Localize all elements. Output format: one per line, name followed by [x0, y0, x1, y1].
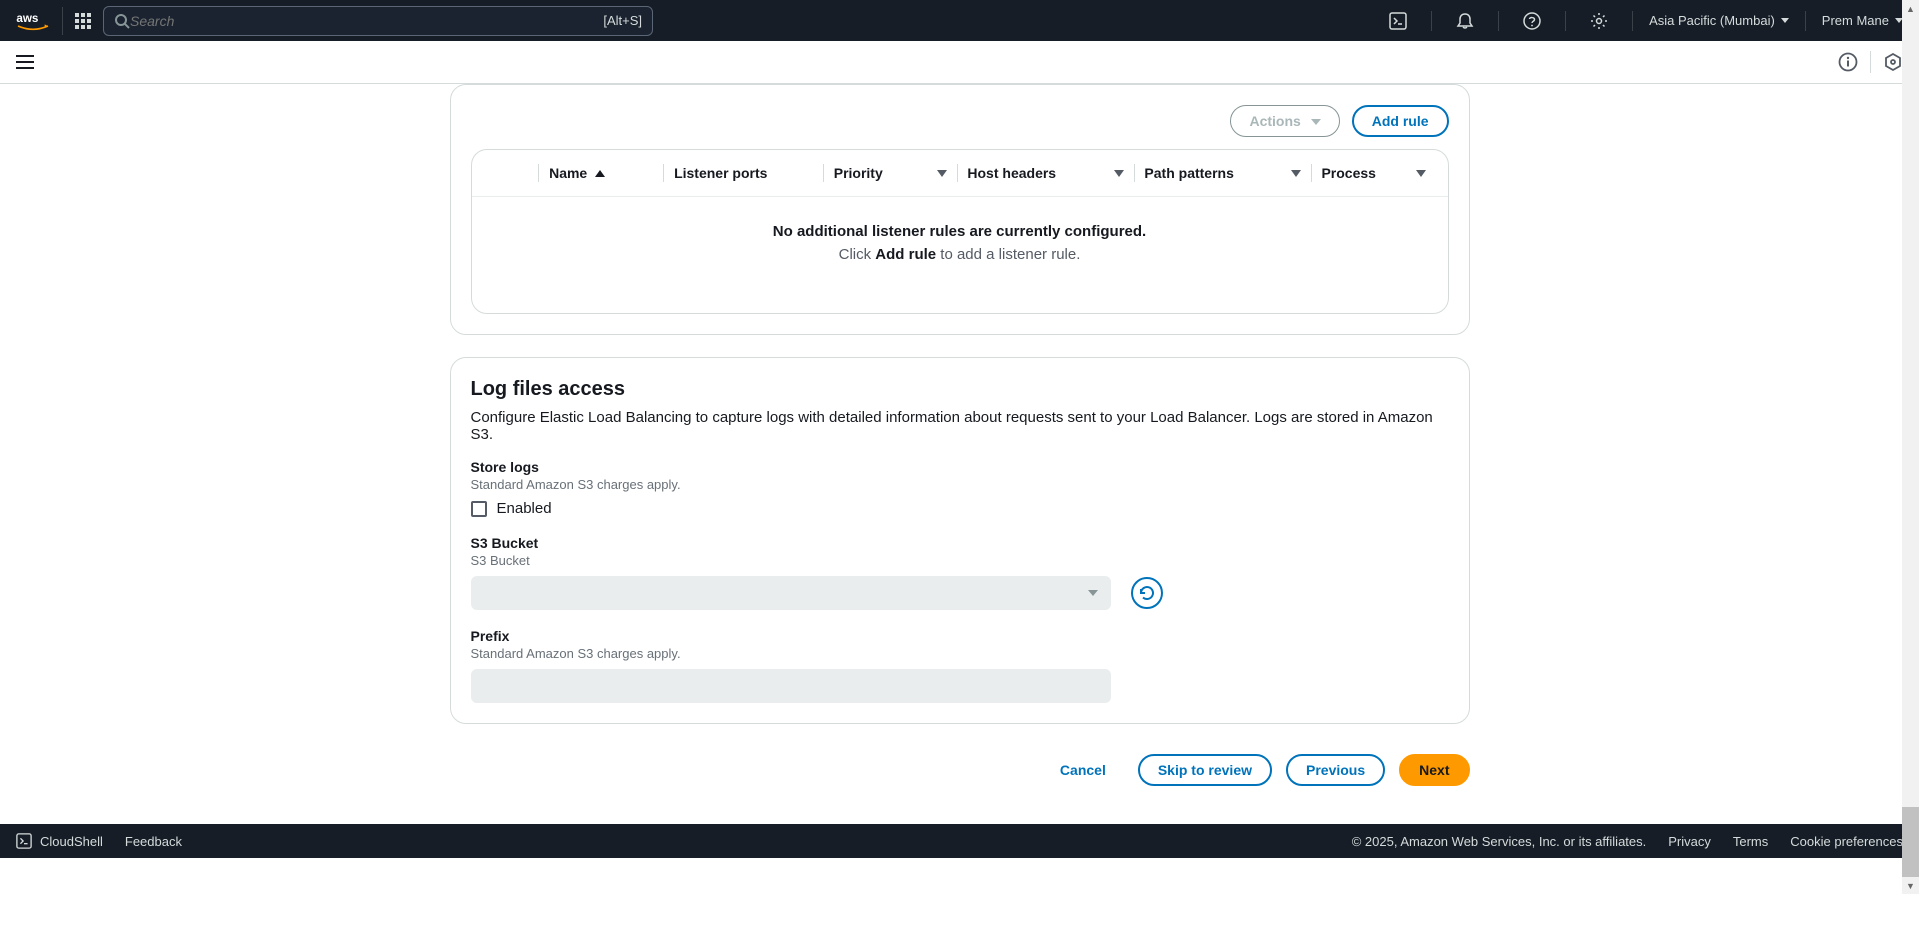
text-bold: Add rule [875, 246, 936, 263]
search-shortcut-label: [Alt+S] [603, 13, 642, 28]
sort-icon [1114, 170, 1124, 177]
text: to add a listener rule. [936, 246, 1080, 263]
scroll-thumb[interactable] [1902, 807, 1919, 877]
column-header-name[interactable]: Name [549, 164, 653, 182]
search-input[interactable] [130, 13, 603, 29]
cloudshell-link[interactable]: CloudShell [16, 833, 103, 849]
skip-to-review-button[interactable]: Skip to review [1138, 754, 1272, 786]
section-description: Configure Elastic Load Balancing to capt… [471, 409, 1449, 443]
s3-bucket-select [471, 576, 1111, 610]
column-header-process[interactable]: Process [1321, 164, 1425, 182]
listener-rules-table: Name Listener ports Priority [471, 149, 1449, 314]
chevron-down-icon [1311, 119, 1321, 125]
copyright-text: © 2025, Amazon Web Services, Inc. or its… [1352, 834, 1647, 849]
prefix-input [471, 669, 1111, 703]
actions-dropdown-button[interactable]: Actions [1230, 105, 1339, 137]
side-nav-toggle[interactable] [16, 55, 34, 69]
table-header-row: Name Listener ports Priority [472, 150, 1448, 197]
section-title: Log files access [471, 378, 1449, 401]
help-icon[interactable] [1515, 12, 1549, 30]
column-label: Listener ports [674, 165, 767, 181]
chevron-down-icon [1088, 590, 1098, 596]
cookie-prefs-link[interactable]: Cookie preferences [1790, 834, 1903, 849]
text: Click [839, 246, 876, 263]
log-files-access-panel: Log files access Configure Elastic Load … [450, 357, 1470, 724]
user-label: Prem Mane [1822, 13, 1889, 28]
column-header-priority[interactable]: Priority [834, 164, 947, 182]
column-header-host-headers[interactable]: Host headers [967, 164, 1123, 182]
sort-icon [1291, 170, 1301, 177]
sort-icon [1416, 170, 1426, 177]
cancel-button[interactable]: Cancel [1042, 756, 1124, 784]
empty-subtitle: Click Add rule to add a listener rule. [514, 246, 1406, 263]
add-rule-button[interactable]: Add rule [1352, 105, 1449, 137]
region-selector[interactable]: Asia Pacific (Mumbai) [1649, 13, 1789, 28]
chevron-down-icon [1781, 18, 1789, 23]
settings-icon[interactable] [1582, 12, 1616, 30]
scroll-track[interactable] [1902, 17, 1919, 877]
column-label: Path patterns [1144, 165, 1233, 181]
column-label: Priority [834, 165, 883, 181]
page-scrollbar[interactable]: ▲ ▼ [1902, 0, 1919, 894]
security-hexagon-icon[interactable] [1883, 52, 1903, 72]
next-button[interactable]: Next [1399, 754, 1469, 786]
cloudshell-label: CloudShell [40, 834, 103, 849]
column-label: Process [1321, 165, 1375, 181]
scroll-down-arrow[interactable]: ▼ [1902, 877, 1919, 894]
column-label: Name [549, 165, 587, 181]
notifications-icon[interactable] [1448, 12, 1482, 30]
feedback-link[interactable]: Feedback [125, 834, 182, 849]
scroll-up-arrow[interactable]: ▲ [1902, 0, 1919, 17]
services-menu-icon[interactable] [75, 13, 91, 29]
previous-button[interactable]: Previous [1286, 754, 1385, 786]
store-logs-label: Store logs [471, 459, 1449, 475]
table-empty-state: No additional listener rules are current… [494, 197, 1426, 313]
refresh-s3-buckets-button[interactable] [1131, 577, 1163, 609]
wizard-actions: Cancel Skip to review Previous Next [450, 746, 1470, 794]
global-search[interactable]: [Alt+S] [103, 6, 653, 36]
privacy-link[interactable]: Privacy [1668, 834, 1711, 849]
global-footer: CloudShell Feedback © 2025, Amazon Web S… [0, 824, 1919, 858]
svg-text:aws: aws [16, 11, 38, 24]
store-logs-hint: Standard Amazon S3 charges apply. [471, 477, 1449, 492]
empty-title: No additional listener rules are current… [514, 223, 1406, 240]
info-icon[interactable] [1838, 52, 1858, 72]
cloudshell-icon[interactable] [1381, 12, 1415, 30]
sort-asc-icon [595, 170, 605, 177]
cloudshell-icon [16, 833, 32, 849]
actions-label: Actions [1249, 113, 1300, 129]
refresh-icon [1138, 584, 1156, 602]
region-label: Asia Pacific (Mumbai) [1649, 13, 1775, 28]
enabled-checkbox[interactable] [471, 501, 487, 517]
column-label: Host headers [967, 165, 1056, 181]
prefix-hint: Standard Amazon S3 charges apply. [471, 646, 1449, 661]
search-icon [114, 13, 130, 29]
s3-bucket-hint: S3 Bucket [471, 553, 1449, 568]
sort-icon [937, 170, 947, 177]
enabled-label: Enabled [497, 500, 552, 517]
column-header-path-patterns[interactable]: Path patterns [1144, 164, 1300, 182]
listener-rules-panel: Actions Add rule Name [450, 84, 1470, 335]
side-nav-toggle-bar [0, 41, 1919, 84]
aws-logo[interactable]: aws [16, 7, 63, 35]
column-header-listener-ports[interactable]: Listener ports [674, 164, 813, 182]
account-menu[interactable]: Prem Mane [1822, 13, 1903, 28]
terms-link[interactable]: Terms [1733, 834, 1768, 849]
s3-bucket-label: S3 Bucket [471, 535, 1449, 551]
prefix-label: Prefix [471, 628, 1449, 644]
global-header: aws [Alt+S] Asia Pacific [0, 0, 1919, 41]
